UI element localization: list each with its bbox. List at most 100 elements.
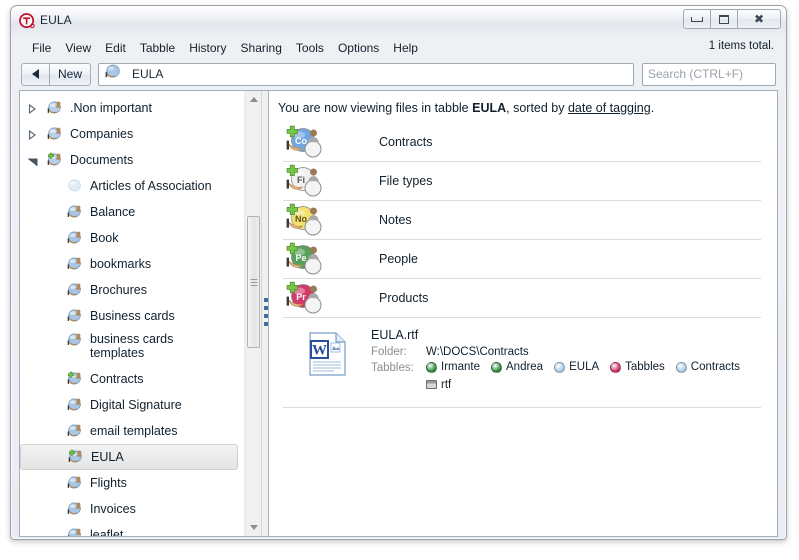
related-tabbles-list: Co Contracts Fi File types No Notes Pe P… — [269, 123, 777, 318]
sort-order-link[interactable]: date of tagging — [568, 101, 651, 115]
tabble-row[interactable]: No Notes — [283, 201, 761, 240]
menu-item-tools[interactable]: Tools — [289, 39, 331, 57]
tabble-row-label: People — [379, 252, 418, 266]
close-button[interactable]: ✖ — [737, 9, 781, 29]
file-tag-chip[interactable]: EULA — [554, 361, 599, 373]
svg-text:W: W — [312, 343, 327, 359]
sidebar-item-book[interactable]: Book — [20, 225, 244, 251]
tabble-add-icon: Co — [283, 125, 327, 159]
tabble-sphere-plus-icon — [46, 152, 63, 168]
tabble-add-icon: Pe — [283, 242, 327, 276]
sidebar-item-email-templates[interactable]: email templates — [20, 418, 244, 444]
address-bar[interactable]: EULA — [98, 62, 634, 86]
menu-item-options[interactable]: Options — [331, 39, 386, 57]
tabble-row-label: Contracts — [379, 135, 433, 149]
new-button[interactable]: New — [49, 62, 91, 86]
menu-item-file[interactable]: File — [25, 39, 58, 57]
file-tabbles-line: Tabbles: Irmante Andrea EULA Tabbles Contrac… — [371, 361, 761, 376]
file-tag-chip[interactable]: Irmante — [426, 361, 480, 373]
splitter-grip-icon — [264, 297, 268, 330]
tabble-row-label: File types — [379, 174, 433, 188]
sidebar-item-invoices[interactable]: Invoices — [20, 496, 244, 522]
sidebar-item-label: Business cards — [90, 309, 175, 323]
address-value: EULA — [132, 67, 164, 81]
sidebar-item-balance[interactable]: Balance — [20, 199, 244, 225]
back-button[interactable] — [21, 62, 50, 86]
content-area: .Non important Companies Documents Artic… — [19, 90, 778, 537]
scroll-up-button[interactable] — [245, 91, 261, 108]
close-icon: ✖ — [753, 12, 765, 26]
folder-path: W:\DOCS\Contracts — [426, 346, 529, 358]
file-tag-label: Irmante — [441, 361, 480, 373]
sidebar-item-label: Flights — [90, 476, 127, 490]
file-tag-chip[interactable]: Tabbles — [610, 361, 665, 373]
tabble-row[interactable]: Fi File types — [283, 162, 761, 201]
expand-arrow-icon[interactable] — [28, 103, 38, 115]
sidebar-item-business-cards-templates[interactable]: business cards templates — [20, 329, 244, 366]
menu-item-view[interactable]: View — [58, 39, 98, 57]
minimize-button[interactable] — [683, 9, 711, 29]
search-input[interactable]: Search (CTRL+F) — [642, 62, 776, 86]
menu-item-history[interactable]: History — [182, 39, 233, 57]
tabble-sphere-pale-icon — [66, 178, 83, 194]
sidebar-item-eula[interactable]: EULA — [20, 444, 238, 470]
tabble-sphere-plus-icon — [67, 449, 84, 465]
sidebar-item-articles-of-association[interactable]: Articles of Association — [20, 173, 244, 199]
sidebar-item-label: Documents — [70, 153, 134, 167]
sidebar-item-digital-signature[interactable]: Digital Signature — [20, 392, 244, 418]
menu-item-edit[interactable]: Edit — [98, 39, 133, 57]
sidebar-item-label: Contracts — [90, 372, 144, 386]
title-bar-gloss — [11, 6, 786, 21]
svg-text:No: No — [295, 214, 307, 224]
menu-item-sharing[interactable]: Sharing — [234, 39, 289, 57]
menu-item-help[interactable]: Help — [386, 39, 425, 57]
collapse-arrow-icon[interactable] — [27, 155, 38, 167]
window-title: EULA — [40, 13, 72, 27]
file-folder-line: Folder: W:\DOCS\Contracts — [371, 346, 761, 358]
file-tag-chip[interactable]: Andrea — [491, 361, 543, 373]
sidebar-item-flights[interactable]: Flights — [20, 470, 244, 496]
sidebar-item-label: Balance — [90, 205, 136, 219]
sidebar-item-contracts[interactable]: Contracts — [20, 366, 244, 392]
toolbar: New EULA Search (CTRL+F) — [11, 58, 786, 90]
tabble-row[interactable]: Pe People — [283, 240, 761, 279]
tabble-row[interactable]: Co Contracts — [283, 123, 761, 162]
file-tag-label: Contracts — [690, 361, 740, 373]
tabble-sphere-icon — [66, 282, 83, 298]
sidebar-item-documents[interactable]: Documents — [20, 147, 244, 173]
menu-item-tabble[interactable]: Tabble — [133, 39, 182, 57]
sidebar-scrollbar[interactable] — [244, 91, 261, 536]
file-tag-chip[interactable]: rtf — [426, 379, 451, 391]
view-description-suffix: . — [650, 101, 655, 115]
file-tag-chip[interactable]: Contracts — [675, 361, 740, 373]
items-total-label: 1 items total. — [708, 40, 774, 52]
sidebar-item-business-cards[interactable]: Business cards — [20, 303, 244, 329]
arrow-left-icon — [32, 69, 39, 79]
sidebar-item-bookmarks[interactable]: bookmarks — [20, 251, 244, 277]
tabble-sphere-icon — [66, 423, 83, 439]
maximize-button[interactable] — [710, 9, 738, 29]
tabble-sphere-icon — [66, 230, 83, 246]
scrollbar-thumb[interactable] — [247, 216, 260, 348]
file-result-item[interactable]: W EULA.rtf Folder: W:\DOCS\Contracts Tab… — [283, 326, 761, 408]
tabble-sphere-icon — [66, 256, 83, 272]
file-tag-list-overflow: rtf — [426, 379, 462, 393]
application-window: EULA ✖ File View Edit Tabble History Sha… — [10, 5, 787, 540]
screenshot-root: EULA ✖ File View Edit Tabble History Sha… — [0, 0, 799, 560]
expand-arrow-icon[interactable] — [28, 129, 38, 141]
sidebar-item-leaflet[interactable]: leaflet — [20, 522, 244, 536]
sidebar-item-brochures[interactable]: Brochures — [20, 277, 244, 303]
file-tag-list: Irmante Andrea EULA Tabbles Contracts — [426, 361, 751, 376]
minimize-icon — [691, 16, 703, 22]
sidebar-item-companies[interactable]: Companies — [20, 121, 244, 147]
scroll-down-button[interactable] — [245, 519, 261, 536]
svg-text:Co: Co — [295, 136, 307, 146]
sidebar-item-non-important[interactable]: .Non important — [20, 95, 244, 121]
file-metadata: EULA.rtf Folder: W:\DOCS\Contracts Tabbl… — [371, 326, 761, 395]
tabble-row[interactable]: Pr Products — [283, 279, 761, 318]
sidebar-item-label: Companies — [70, 127, 134, 141]
tabble-sphere-icon — [66, 475, 83, 491]
panel-splitter[interactable] — [261, 91, 269, 536]
file-tabbles-line-2: rtf — [371, 379, 761, 393]
maximize-icon — [719, 14, 729, 24]
